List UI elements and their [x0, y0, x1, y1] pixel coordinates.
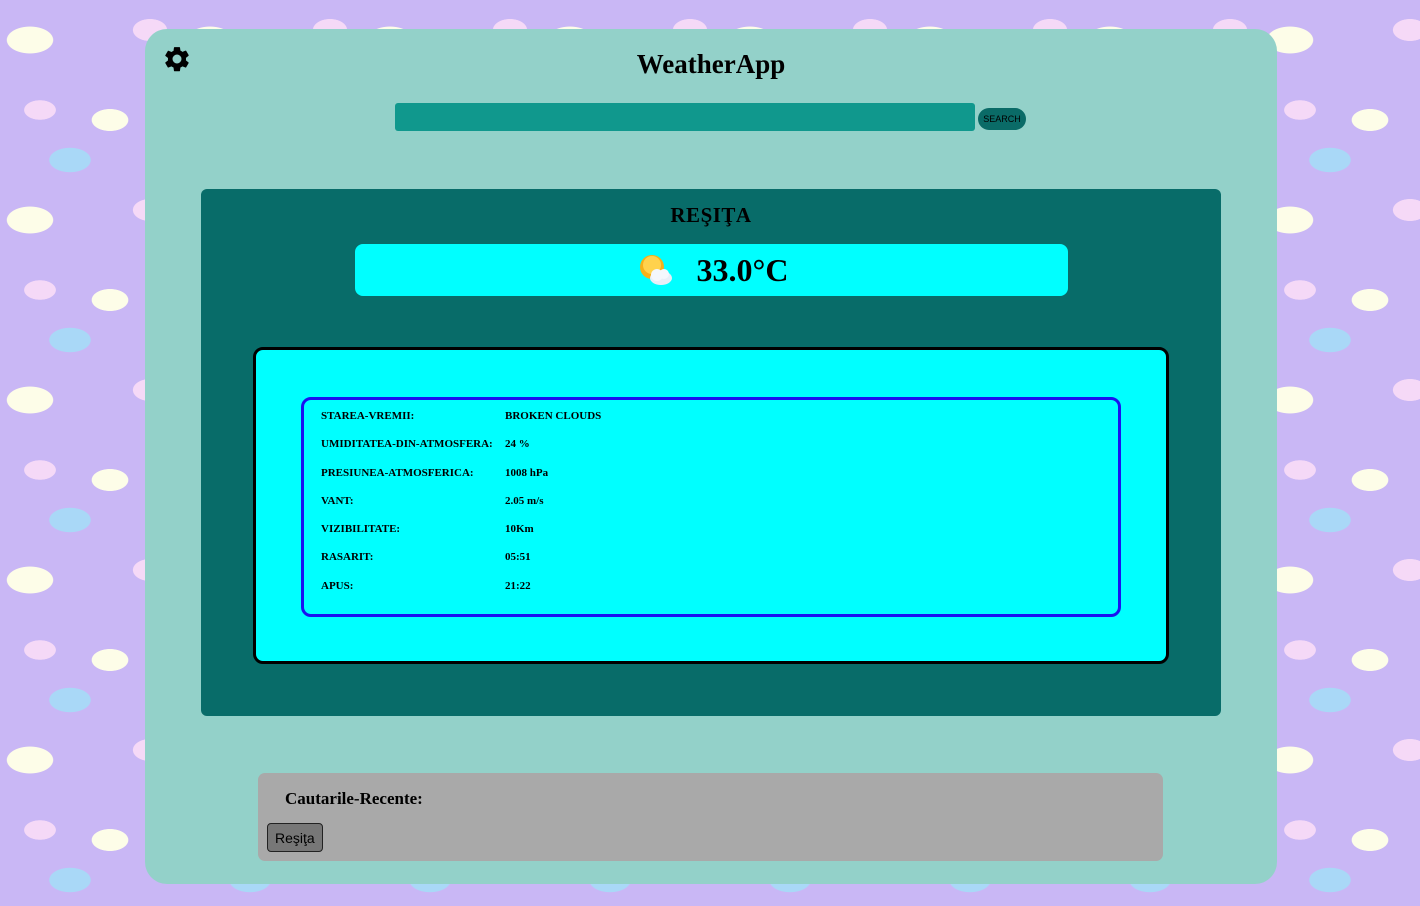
detail-label: RASARIT:	[321, 551, 374, 564]
detail-label: VIZIBILITATE:	[321, 523, 401, 536]
search-input[interactable]	[395, 103, 975, 131]
recent-searches-title: Cautarile-Recente:	[285, 789, 423, 808]
detail-row-humidity: UMIDITATEA-DIN-ATMOSFERA: 24 %	[321, 438, 1118, 466]
recent-search-item[interactable]: Reşiţa	[267, 823, 323, 852]
detail-row-condition: STAREA-VREMII: BROKEN CLOUDS	[321, 410, 1118, 438]
detail-row-visibility: VIZIBILITATE: 10Km	[321, 523, 1118, 551]
detail-label: APUS:	[321, 579, 354, 592]
detail-value: 24 %	[505, 438, 530, 451]
recent-searches-panel: Cautarile-Recente: Reşiţa	[258, 773, 1163, 861]
detail-value: BROKEN CLOUDS	[505, 410, 602, 422]
detail-label: STAREA-VREMII:	[321, 410, 415, 422]
temperature-bar: 33.0°C	[355, 244, 1068, 296]
sun-behind-cloud-icon	[639, 255, 672, 285]
detail-row-sunset: APUS: 21:22	[321, 580, 1118, 608]
app-title: WeatherApp	[636, 49, 786, 79]
detail-value: 2.05 m/s	[505, 494, 544, 507]
search-button[interactable]: SEARCH	[978, 108, 1026, 130]
detail-value: 10Km	[505, 523, 534, 536]
temperature-value: 33.0°C	[696, 251, 789, 288]
detail-value: 05:51	[505, 551, 531, 564]
app-container: WeatherApp SEARCH REŞIŢA 33.0°C STAREA-V…	[145, 29, 1277, 884]
city-name: REŞIŢA	[670, 203, 752, 227]
detail-value: 21:22	[505, 579, 531, 592]
detail-row-sunrise: RASARIT: 05:51	[321, 551, 1118, 579]
detail-label: VANT:	[321, 494, 354, 507]
detail-value: 1008 hPa	[505, 466, 549, 479]
weather-panel: REŞIŢA 33.0°C STAREA-VREMII: BROKEN CLOU…	[201, 189, 1221, 716]
details-card: STAREA-VREMII: BROKEN CLOUDS UMIDITATEA-…	[253, 347, 1169, 664]
detail-label: UMIDITATEA-DIN-ATMOSFERA:	[321, 438, 493, 451]
details-list: STAREA-VREMII: BROKEN CLOUDS UMIDITATEA-…	[301, 397, 1121, 617]
detail-row-wind: VANT: 2.05 m/s	[321, 495, 1118, 523]
detail-label: PRESIUNEA-ATMOSFERICA:	[321, 466, 474, 479]
detail-row-pressure: PRESIUNEA-ATMOSFERICA: 1008 hPa	[321, 467, 1118, 495]
